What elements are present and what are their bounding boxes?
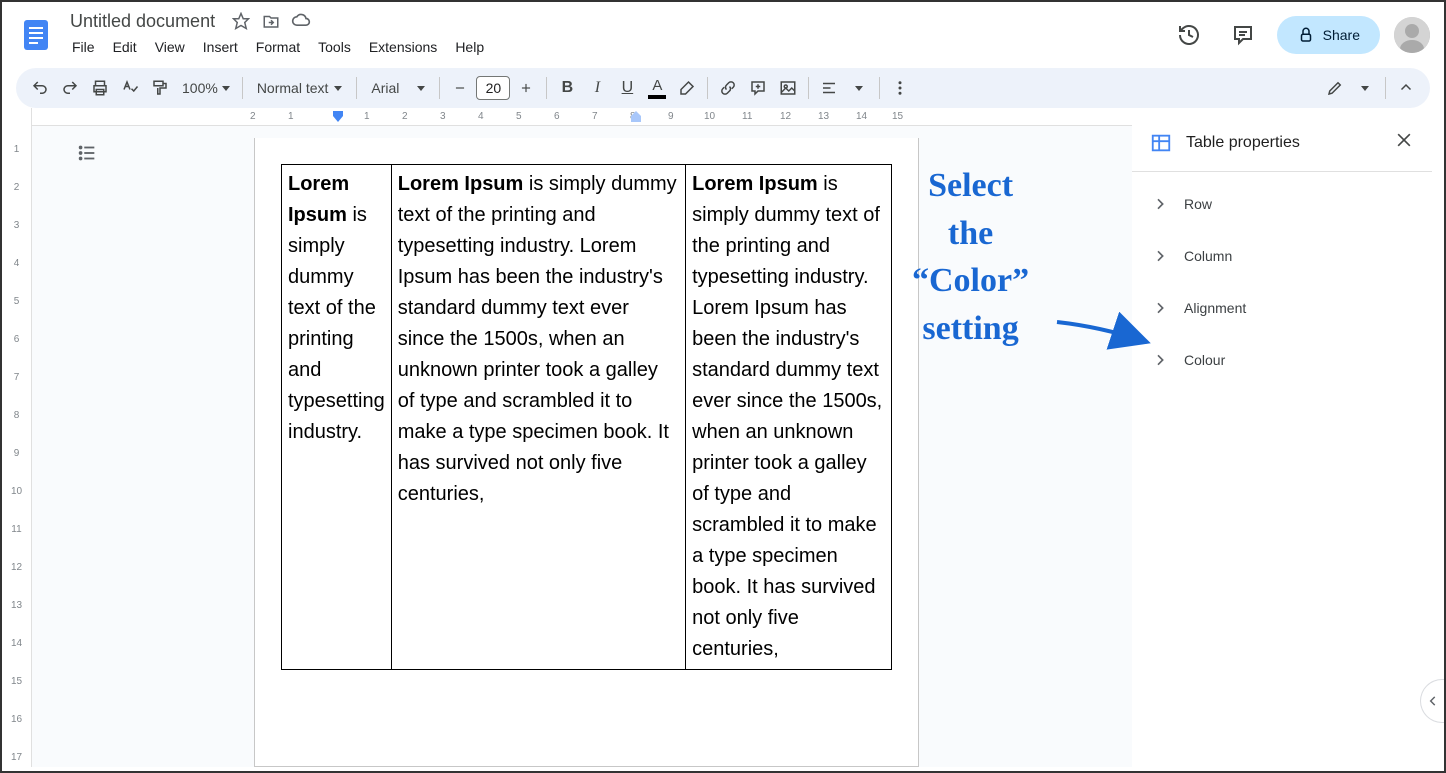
lock-icon — [1297, 26, 1315, 44]
history-icon[interactable] — [1169, 15, 1209, 55]
horizontal-ruler: 2 1 1 2 3 4 5 6 7 8 9 10 11 12 13 14 15 — [32, 108, 1132, 126]
add-comment-button[interactable] — [744, 74, 772, 102]
menu-extensions[interactable]: Extensions — [361, 35, 445, 59]
align-dropdown[interactable] — [845, 74, 873, 102]
star-icon[interactable] — [231, 11, 251, 31]
sidebar-item-alignment[interactable]: Alignment — [1132, 282, 1432, 334]
menu-file[interactable]: File — [64, 35, 103, 59]
sidebar-item-label: Row — [1184, 196, 1212, 212]
zoom-select[interactable]: 100% — [176, 80, 236, 96]
docs-logo[interactable] — [16, 15, 56, 55]
table-cell[interactable]: Lorem Ipsum is simply dummy text of the … — [686, 165, 892, 670]
align-button[interactable] — [815, 74, 843, 102]
document-page[interactable]: Lorem Ipsum is simply dummy text of the … — [254, 138, 919, 767]
sidebar-item-colour[interactable]: Colour — [1132, 334, 1432, 386]
sidebar-item-label: Alignment — [1184, 300, 1246, 316]
collapse-toolbar-button[interactable] — [1392, 74, 1420, 102]
table-cell[interactable]: Lorem Ipsum is simply dummy text of the … — [282, 165, 392, 670]
increase-font-button[interactable] — [512, 74, 540, 102]
cloud-status-icon[interactable] — [291, 11, 311, 31]
insert-image-button[interactable] — [774, 74, 802, 102]
menu-edit[interactable]: Edit — [105, 35, 145, 59]
chevron-down-icon — [334, 86, 342, 91]
sidebar-item-column[interactable]: Column — [1132, 230, 1432, 282]
toolbar: 100% Normal text Arial B I U A — [16, 68, 1430, 108]
indent-marker-left[interactable] — [332, 110, 344, 124]
sidebar-item-label: Colour — [1184, 352, 1225, 368]
indent-marker-right[interactable] — [630, 110, 642, 124]
menu-help[interactable]: Help — [447, 35, 492, 59]
chevron-down-icon — [222, 86, 230, 91]
decrease-font-button[interactable] — [446, 74, 474, 102]
vertical-ruler: 1 2 3 4 5 6 7 8 9 10 11 12 13 14 15 16 1… — [2, 108, 32, 767]
close-sidebar-button[interactable] — [1394, 130, 1414, 155]
editing-mode-button[interactable] — [1321, 74, 1349, 102]
table-row[interactable]: Lorem Ipsum is simply dummy text of the … — [282, 165, 892, 670]
app-header: Untitled document File Edit View Insert … — [2, 2, 1444, 62]
chevron-right-icon — [1152, 300, 1168, 316]
outline-toggle-button[interactable] — [72, 138, 102, 168]
comments-icon[interactable] — [1223, 15, 1263, 55]
font-select[interactable]: Arial — [363, 80, 433, 96]
chevron-right-icon — [1152, 248, 1168, 264]
paint-format-button[interactable] — [146, 74, 174, 102]
highlight-button[interactable] — [673, 74, 701, 102]
insert-link-button[interactable] — [714, 74, 742, 102]
editing-mode-dropdown[interactable] — [1351, 74, 1379, 102]
text-color-button[interactable]: A — [643, 74, 671, 102]
chevron-right-icon — [1152, 196, 1168, 212]
title-area: Untitled document File Edit View Insert … — [64, 9, 1169, 61]
redo-button[interactable] — [56, 74, 84, 102]
chevron-right-icon — [1152, 352, 1168, 368]
menu-format[interactable]: Format — [248, 35, 308, 59]
sidebar-item-row[interactable]: Row — [1132, 178, 1432, 230]
underline-button[interactable]: U — [613, 74, 641, 102]
undo-button[interactable] — [26, 74, 54, 102]
bold-button[interactable]: B — [553, 74, 581, 102]
menu-view[interactable]: View — [147, 35, 193, 59]
paragraph-style-select[interactable]: Normal text — [249, 80, 351, 96]
more-button[interactable] — [886, 74, 914, 102]
share-label: Share — [1323, 27, 1360, 43]
document-table[interactable]: Lorem Ipsum is simply dummy text of the … — [281, 164, 892, 670]
table-cell[interactable]: Lorem Ipsum is simply dummy text of the … — [391, 165, 685, 670]
table-icon — [1150, 132, 1172, 154]
document-title[interactable]: Untitled document — [64, 9, 221, 34]
spellcheck-button[interactable] — [116, 74, 144, 102]
account-avatar[interactable] — [1394, 17, 1430, 53]
italic-button[interactable]: I — [583, 74, 611, 102]
menu-insert[interactable]: Insert — [195, 35, 246, 59]
table-properties-sidebar: Table properties Row Column Alignment Co… — [1132, 114, 1432, 767]
print-button[interactable] — [86, 74, 114, 102]
share-button[interactable]: Share — [1277, 16, 1380, 54]
menu-tools[interactable]: Tools — [310, 35, 359, 59]
font-size-input[interactable] — [476, 76, 510, 100]
sidebar-item-label: Column — [1184, 248, 1232, 264]
move-icon[interactable] — [261, 11, 281, 31]
menu-bar: File Edit View Insert Format Tools Exten… — [64, 33, 1169, 61]
sidebar-title: Table properties — [1186, 134, 1380, 152]
chevron-down-icon — [417, 86, 425, 91]
